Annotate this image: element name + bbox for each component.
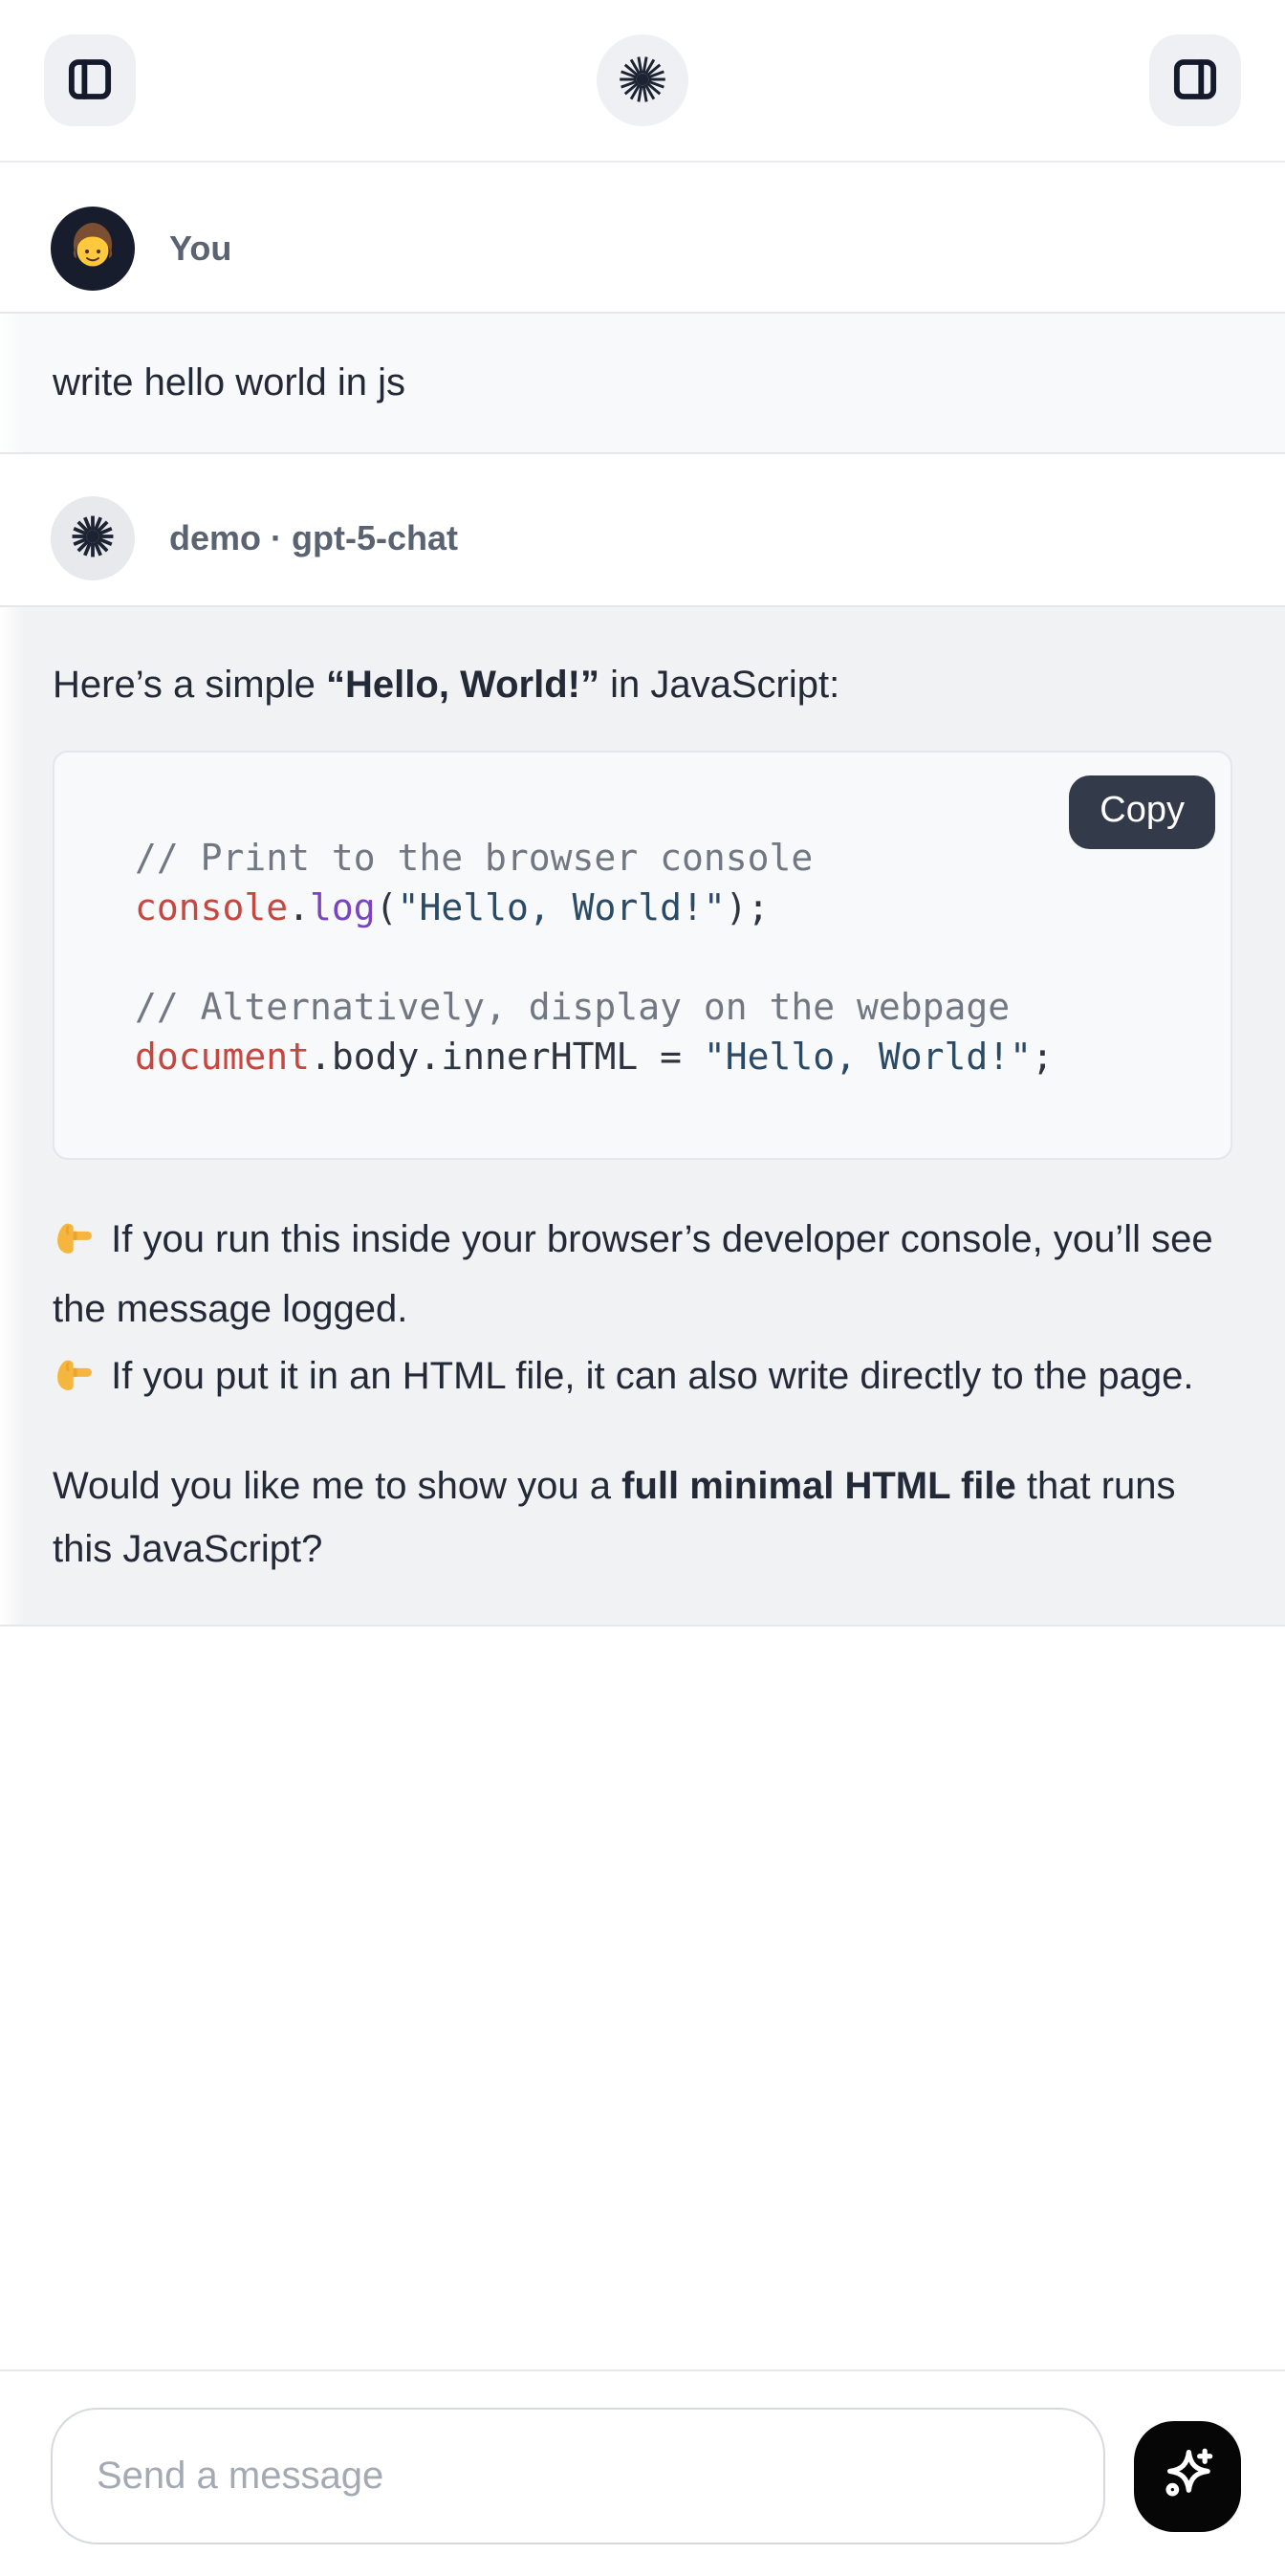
right-panel-toggle-button[interactable]: [1149, 34, 1241, 126]
assistant-avatar: [51, 496, 135, 580]
top-bar: [0, 0, 1285, 163]
user-sender-name: You: [169, 229, 231, 269]
message-input[interactable]: [51, 2408, 1105, 2544]
panel-right-icon: [1169, 54, 1221, 108]
point-right-emoji: [53, 1214, 97, 1258]
copy-button[interactable]: Copy: [1069, 775, 1215, 849]
sparkle-icon: [1156, 2443, 1219, 2509]
assistant-intro: Here’s a simple “Hello, World!” in JavaS…: [53, 653, 1232, 716]
composer-bar: [0, 2369, 1285, 2576]
sidebar-toggle-button[interactable]: [44, 34, 136, 126]
assistant-sender-name: demo · gpt-5-chat: [169, 518, 458, 558]
user-message-text: write hello world in js: [53, 361, 405, 404]
assistant-sender-row: demo · gpt-5-chat: [0, 454, 1285, 605]
panel-left-icon: [64, 54, 116, 108]
point-right-emoji: [53, 1214, 97, 1277]
user-message: write hello world in js: [0, 312, 1285, 454]
assistant-paragraph: If you run this inside your browser’s de…: [53, 1208, 1232, 1341]
point-right-emoji: [53, 1351, 97, 1395]
assistant-message: Here’s a simple “Hello, World!” in JavaS…: [0, 605, 1285, 1626]
code-content: // Print to the browser consoleconsole.l…: [135, 833, 1192, 1081]
assistant-paragraph: Would you like me to show you a full min…: [53, 1454, 1232, 1581]
point-right-emoji: [53, 1351, 97, 1414]
code-block: Copy // Print to the browser consolecons…: [53, 751, 1232, 1160]
model-menu-button[interactable]: [597, 34, 688, 126]
assistant-paragraph: If you put it in an HTML file, it can al…: [53, 1344, 1232, 1414]
assistant-paragraphs: If you run this inside your browser’s de…: [53, 1208, 1232, 1581]
starburst-icon: [616, 53, 669, 109]
user-sender-row: You: [0, 163, 1285, 312]
starburst-icon: [68, 512, 118, 566]
person-emoji-icon: [62, 216, 123, 282]
user-avatar: [51, 207, 135, 291]
send-button[interactable]: [1134, 2421, 1241, 2532]
